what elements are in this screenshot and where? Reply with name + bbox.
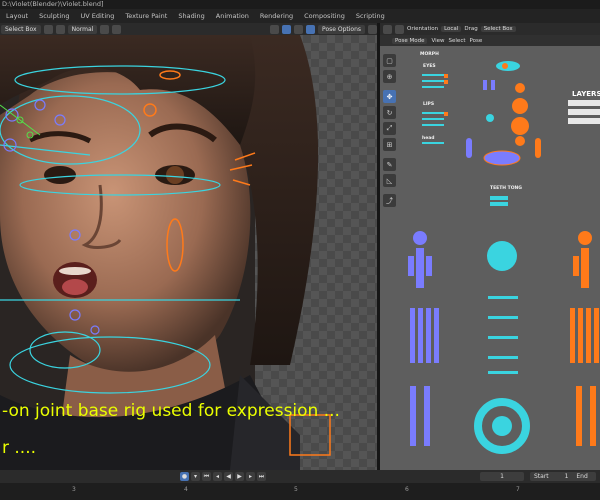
layer-bar [568,100,600,106]
viewport-header: Select Box Normal Pose Options [0,23,377,35]
end-label: End [576,473,588,480]
tab-rendering[interactable]: Rendering [256,11,297,21]
tick-label: 6 [405,486,409,493]
move-icon[interactable] [395,24,404,34]
chevron-down-icon[interactable]: ▾ [191,472,200,481]
body-rig-center [474,241,530,454]
tab-sculpting[interactable]: Sculpting [35,11,73,21]
play-reverse-icon[interactable]: ◀ [224,472,233,481]
tab-scripting[interactable]: Scripting [352,11,389,21]
next-key-icon[interactable]: ▸ [246,472,255,481]
pause-icon[interactable] [368,24,377,34]
menu-pose[interactable]: Pose [470,38,483,44]
timeline-controls: ● ▾ ⏮ ◂ ◀ ▶ ▸ ⏭ 1 Start 1 End [0,470,600,483]
play-icon[interactable]: ▶ [235,472,244,481]
jump-start-icon[interactable]: ⏮ [202,472,211,481]
orientation-dropdown[interactable]: Local [441,26,462,32]
pose-mode-dropdown[interactable]: Pose Mode [392,37,428,44]
right-eye [44,166,76,184]
rig-controls[interactable] [380,46,600,470]
drag-label: Drag [464,26,478,32]
viewport-3d[interactable]: Select Box Normal Pose Options -on joint… [0,23,377,470]
mouth-control [483,150,521,166]
body-rig-left [408,231,439,446]
jump-end-icon[interactable]: ⏭ [257,472,266,481]
tab-shading[interactable]: Shading [174,11,208,21]
tick-label: 5 [294,486,298,493]
tab-layout[interactable]: Layout [2,11,32,21]
pivot-icon[interactable] [100,24,110,34]
snap-icon[interactable] [112,24,122,34]
overlay-icon[interactable] [282,24,292,34]
caption-line-1: -on joint base rig used for expression .… [2,401,340,421]
transform-icon[interactable] [55,24,65,34]
right-header: Orientation Local Drag Select Box [380,23,600,35]
editor-type-icon[interactable] [383,24,392,34]
caption-line-2: r .... [2,438,37,458]
morph-sliders [422,74,444,144]
tick-label: 7 [516,486,520,493]
window-title: D:\Violet(Blender)\Violet.blend] [0,0,600,9]
playback-buttons: ● ▾ ⏮ ◂ ◀ ▶ ▸ ⏭ [180,472,266,481]
prev-key-icon[interactable]: ◂ [213,472,222,481]
record-icon[interactable]: ● [180,472,189,481]
tick-label: 4 [184,486,188,493]
select-box-dropdown-right[interactable]: Select Box [480,26,516,32]
xray-icon[interactable] [294,24,304,34]
start-frame-field[interactable]: Start 1 End [530,472,596,481]
right-subheader: Pose Mode View Select Pose [380,35,600,46]
select-box-dropdown[interactable]: Select Box [1,24,41,34]
menu-view[interactable]: View [431,38,444,44]
rig-ui-viewport[interactable]: ▢ ⊕ ✥ ↻ ⤢ ⊞ ✎ ◺ ⤴ MORPH EYES LIPS head T… [380,46,600,470]
start-label: Start [534,473,549,480]
tab-animation[interactable]: Animation [212,11,253,21]
timeline-ruler[interactable]: 3 4 5 6 7 [0,483,600,500]
body-rig-right [570,231,599,446]
layer-bar [568,118,600,124]
normal-dropdown[interactable]: Normal [67,24,98,34]
mode-icon[interactable] [43,24,53,34]
shading-icon[interactable] [306,24,316,34]
eye-icon[interactable] [270,24,280,34]
start-value: 1 [564,473,569,480]
tick-label: 3 [72,486,76,493]
pose-options-dropdown[interactable]: Pose Options [318,24,365,34]
tab-texture-paint[interactable]: Texture Paint [121,11,171,21]
current-frame-field[interactable]: 1 [480,472,524,481]
menu-select[interactable]: Select [449,38,466,44]
tab-uv-editing[interactable]: UV Editing [76,11,118,21]
orientation-label: Orientation [407,26,439,32]
workspace-tabs: Layout Sculpting UV Editing Texture Pain… [0,9,600,23]
tab-compositing[interactable]: Compositing [300,11,349,21]
layer-bar [568,109,600,115]
timeline[interactable]: ● ▾ ⏮ ◂ ◀ ▶ ▸ ⏭ 1 Start 1 End 3 4 5 6 7 [0,470,600,500]
